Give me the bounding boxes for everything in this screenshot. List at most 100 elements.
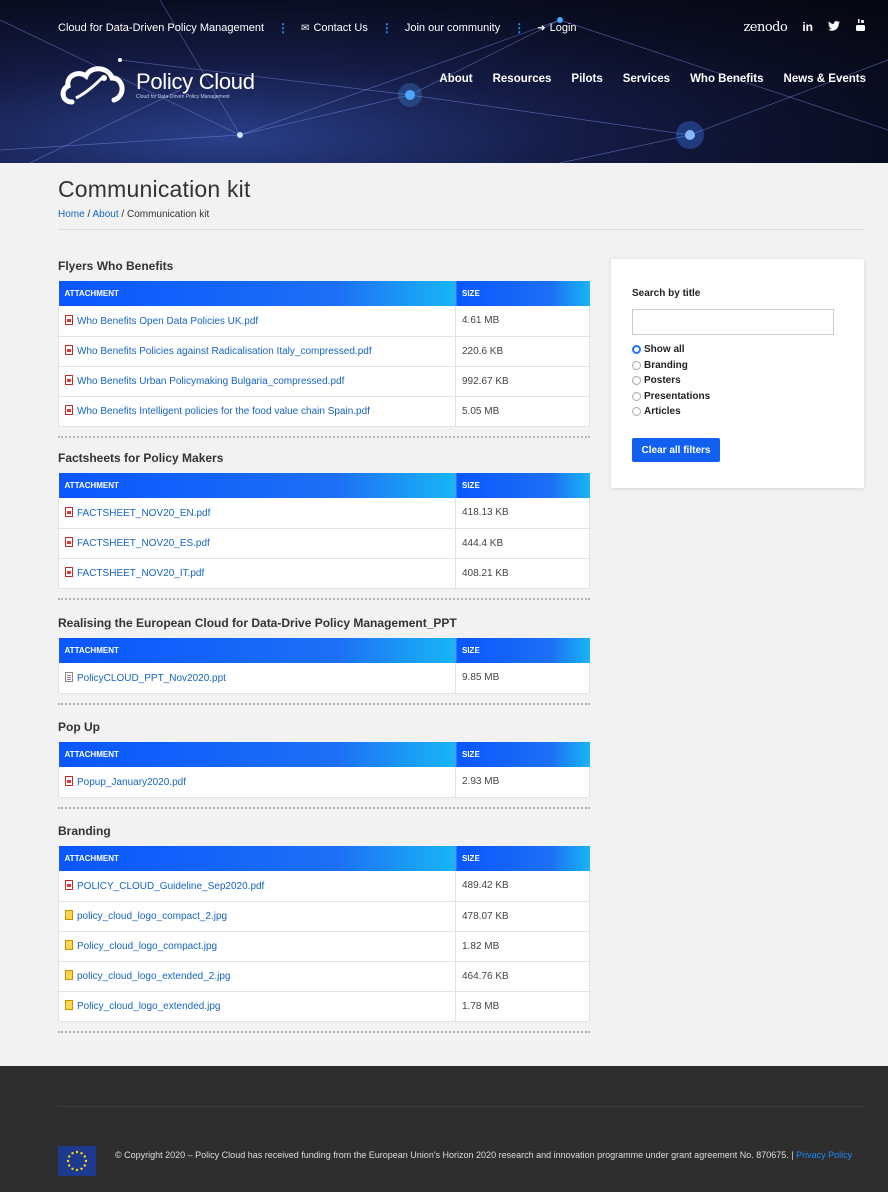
file-size: 489.42 KB (455, 871, 590, 902)
file-size: 408.21 KB (455, 558, 590, 589)
file-cell: Who Benefits Policies against Radicalisa… (58, 336, 456, 367)
table-header-row: ATTACHMENT SIZE (58, 473, 590, 498)
privacy-policy-link[interactable]: Privacy Policy (796, 1150, 852, 1160)
pdf-file-icon (65, 775, 73, 786)
filter-option[interactable]: Show all (632, 342, 710, 358)
pdf-file-icon (65, 537, 73, 547)
site-logo[interactable]: Policy Cloud Cloud for Data-Driven Polic… (58, 62, 255, 108)
file-link[interactable]: PolicyCLOUD_PPT_Nov2020.ppt (77, 673, 226, 684)
table-row: FACTSHEET_NOV20_EN.pdf 418.13 KB (58, 498, 590, 529)
jpg-file-icon (65, 1000, 73, 1010)
logo-subtitle: Cloud for Data-Driven Policy Management (136, 93, 230, 100)
file-link[interactable]: Policy_cloud_logo_compact.jpg (77, 941, 217, 952)
jpg-file-icon (65, 940, 73, 950)
separator: ⋮ (513, 21, 525, 35)
attachment-column-header: ATTACHMENT (58, 281, 456, 306)
filter-option-label: Show all (644, 344, 685, 355)
file-size: 1.82 MB (455, 931, 590, 962)
site-header: Cloud for Data-Driven Policy Management … (0, 0, 888, 163)
filter-option-label: Articles (644, 406, 681, 417)
table-row: Who Benefits Policies against Radicalisa… (58, 336, 590, 367)
filter-option[interactable]: Presentations (632, 389, 710, 405)
file-link[interactable]: FACTSHEET_NOV20_EN.pdf (77, 508, 210, 519)
mail-icon: ✉ (301, 22, 310, 34)
separator: ⋮ (277, 21, 289, 35)
file-link[interactable]: POLICY_CLOUD_Guideline_Sep2020.pdf (77, 881, 264, 892)
community-link[interactable]: Join our community (405, 22, 500, 34)
section-divider (58, 436, 590, 438)
file-link[interactable]: Who Benefits Open Data Policies UK.pdf (77, 316, 258, 327)
attachment-section: Pop Up ATTACHMENT SIZE Popup_January2020.pd… (58, 720, 590, 798)
breadcrumb-about[interactable]: About (92, 209, 118, 220)
size-column-header: SIZE (455, 742, 590, 767)
section-title: Branding (58, 824, 111, 838)
youtube-icon[interactable] (855, 19, 866, 35)
nav-news-events[interactable]: News & Events (784, 73, 866, 85)
file-size: 9.85 MB (455, 663, 590, 694)
filter-option[interactable]: Posters (632, 373, 710, 389)
attachment-column-header: ATTACHMENT (58, 638, 456, 663)
main-nav: About Resources Pilots Services Who Bene… (439, 73, 866, 85)
linkedin-link[interactable]: in (802, 20, 813, 34)
file-link[interactable]: FACTSHEET_NOV20_IT.pdf (77, 568, 204, 579)
file-cell: Popup_January2020.pdf (58, 767, 456, 798)
section-title: Realising the European Cloud for Data-Dr… (58, 616, 457, 630)
file-size: 220.6 KB (455, 336, 590, 367)
size-column-header: SIZE (455, 846, 590, 871)
nav-services[interactable]: Services (623, 73, 670, 85)
file-link[interactable]: Popup_January2020.pdf (77, 777, 186, 788)
radio-button[interactable] (632, 376, 641, 386)
file-cell: FACTSHEET_NOV20_IT.pdf (58, 558, 456, 589)
file-size: 1.78 MB (455, 991, 590, 1022)
file-link[interactable]: Who Benefits Intelligent policies for th… (77, 406, 370, 417)
file-link[interactable]: policy_cloud_logo_extended_2.jpg (77, 971, 230, 982)
eu-flag-icon (58, 1146, 96, 1176)
title-divider (58, 229, 864, 230)
file-link[interactable]: Who Benefits Policies against Radicalisa… (77, 346, 372, 357)
radio-button[interactable] (632, 391, 641, 401)
filter-option[interactable]: Branding (632, 358, 710, 374)
file-size: 444.4 KB (455, 528, 590, 559)
file-link[interactable]: Who Benefits Urban Policymaking Bulgaria… (77, 376, 344, 387)
file-cell: PolicyCLOUD_PPT_Nov2020.ppt (58, 663, 456, 694)
file-link[interactable]: FACTSHEET_NOV20_ES.pdf (77, 538, 210, 549)
file-size: 2.93 MB (455, 767, 590, 798)
section-divider (58, 807, 590, 809)
pdf-file-icon (65, 567, 73, 577)
file-cell: Who Benefits Urban Policymaking Bulgaria… (58, 366, 456, 397)
category-radios: Show all Branding Posters Presentations Arti… (632, 342, 710, 420)
nav-resources[interactable]: Resources (493, 73, 552, 85)
radio-button[interactable] (632, 360, 641, 370)
table-row: Who Benefits Open Data Policies UK.pdf 4.… (58, 306, 590, 337)
file-link[interactable]: Policy_cloud_logo_extended.jpg (77, 1001, 220, 1012)
twitter-icon[interactable] (828, 20, 840, 34)
table-row: POLICY_CLOUD_Guideline_Sep2020.pdf 489.42… (58, 871, 590, 902)
radio-button[interactable] (632, 407, 641, 417)
nav-who-benefits[interactable]: Who Benefits (690, 73, 763, 85)
breadcrumb: Home / About / Communication kit (58, 209, 209, 220)
attachment-section: Factsheets for Policy Makers ATTACHMENT SI… (58, 451, 590, 589)
contact-link[interactable]: Contact Us (313, 22, 367, 34)
search-input[interactable] (632, 309, 834, 335)
attachment-table: ATTACHMENT SIZE Popup_January2020.pdf 2.93 … (58, 742, 590, 798)
attachment-table: ATTACHMENT SIZE POLICY_CLOUD_Guideline_Sep… (58, 846, 590, 1022)
nav-about[interactable]: About (439, 73, 472, 85)
file-cell: policy_cloud_logo_compact_2.jpg (58, 901, 456, 932)
ppt-file-icon (65, 671, 73, 682)
radio-button[interactable] (632, 345, 641, 355)
nav-pilots[interactable]: Pilots (571, 73, 602, 85)
pdf-file-icon (65, 375, 73, 385)
section-divider (58, 703, 590, 705)
table-row: policy_cloud_logo_extended_2.jpg 464.76 K… (58, 961, 590, 992)
attachment-column-header: ATTACHMENT (58, 846, 456, 871)
clear-filters-button[interactable]: Clear all filters (632, 438, 720, 462)
file-link[interactable]: policy_cloud_logo_compact_2.jpg (77, 911, 227, 922)
filter-option[interactable]: Articles (632, 404, 710, 420)
login-icon: ➜ (537, 22, 546, 34)
breadcrumb-home[interactable]: Home (58, 209, 85, 220)
login-link[interactable]: Login (550, 22, 577, 34)
table-row: FACTSHEET_NOV20_ES.pdf 444.4 KB (58, 528, 590, 559)
zenodo-link[interactable]: zenodo (743, 20, 787, 35)
pdf-file-icon (65, 405, 73, 415)
pdf-file-icon (65, 345, 73, 355)
